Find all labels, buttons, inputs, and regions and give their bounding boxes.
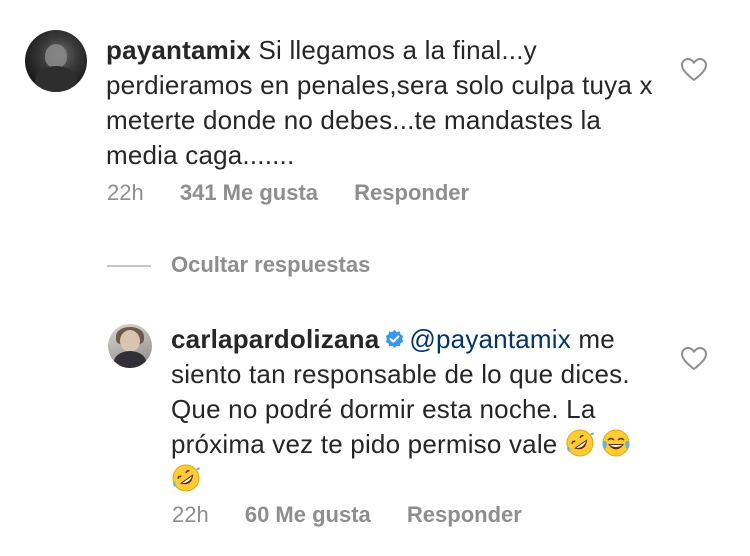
hide-replies-label: Ocultar respuestas (171, 252, 371, 277)
tears-of-joy-emoji (602, 429, 630, 457)
reply-meta: 22h 60 Me gusta Responder (172, 502, 552, 528)
reply-body: carlapardolizana @payantamix me siento t… (171, 322, 671, 497)
comment-username[interactable]: payantamix (106, 35, 251, 65)
verified-badge-icon (386, 329, 404, 348)
reply-username[interactable]: carlapardolizana (171, 324, 379, 354)
comment-time: 22h (107, 180, 144, 205)
reply-mention[interactable]: @payantamix (409, 324, 571, 354)
comment-meta: 22h 341 Me gusta Responder (107, 180, 499, 206)
heart-icon[interactable] (681, 347, 707, 371)
rolling-on-floor-laughing-emoji (566, 429, 594, 457)
avatar[interactable] (108, 324, 152, 368)
hide-replies-button[interactable]: Ocultar respuestas (107, 252, 370, 278)
reply-likes[interactable]: 60 Me gusta (245, 502, 371, 527)
heart-icon[interactable] (681, 58, 707, 82)
reply-button[interactable]: Responder (407, 502, 522, 527)
rolling-on-floor-laughing-emoji (172, 464, 200, 492)
comments-screen: payantamix Si llegamos a la final...y pe… (0, 0, 750, 556)
reply-time: 22h (172, 502, 209, 527)
divider (107, 265, 151, 268)
reply-button[interactable]: Responder (354, 180, 469, 205)
comment-likes[interactable]: 341 Me gusta (180, 180, 318, 205)
comment-body: payantamix Si llegamos a la final...y pe… (106, 33, 666, 173)
avatar[interactable] (25, 30, 87, 92)
